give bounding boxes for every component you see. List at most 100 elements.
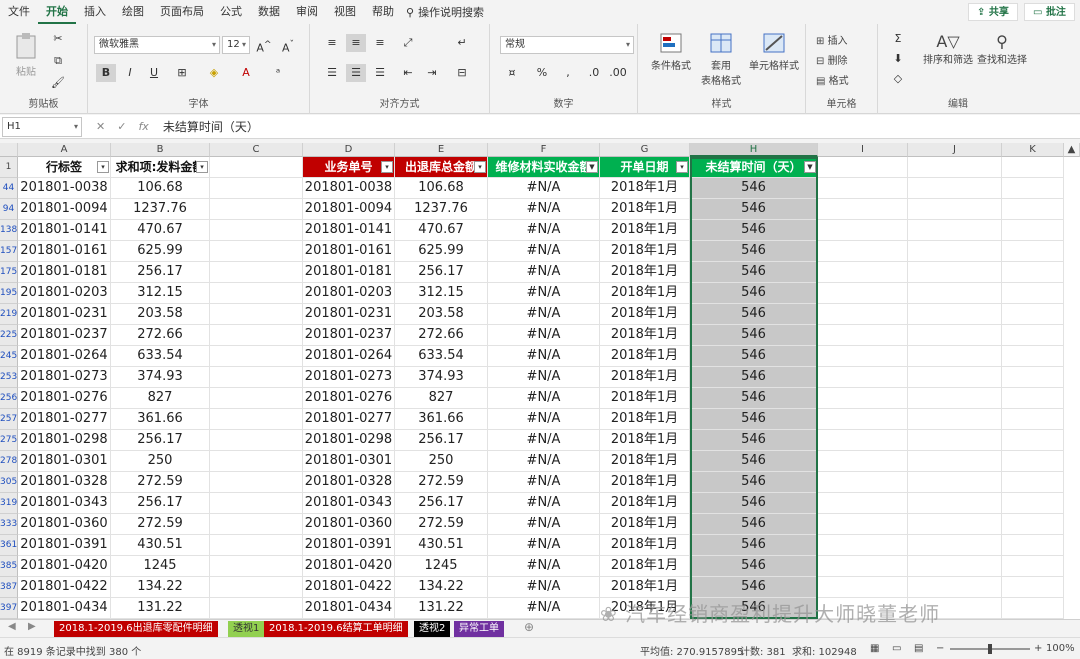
cell-h[interactable]: 546 bbox=[690, 262, 818, 283]
cell-c[interactable] bbox=[210, 199, 303, 220]
row-header[interactable]: 245 bbox=[0, 346, 18, 367]
cell-b[interactable]: 1237.76 bbox=[111, 199, 210, 220]
cell-a[interactable]: 201801-0237 bbox=[18, 325, 111, 346]
cell-b[interactable]: 250 bbox=[111, 451, 210, 472]
tab-scroll-left-icon[interactable]: ◀ bbox=[8, 621, 16, 632]
cell-a[interactable]: 201801-0276 bbox=[18, 388, 111, 409]
cell-i[interactable] bbox=[818, 535, 908, 556]
cell-k[interactable] bbox=[1002, 346, 1064, 367]
cell-e[interactable]: 430.51 bbox=[395, 535, 488, 556]
paste-button[interactable]: 粘贴 bbox=[12, 32, 40, 78]
cell-c[interactable] bbox=[210, 430, 303, 451]
menu-draw[interactable]: 绘图 bbox=[114, 0, 152, 24]
cell-e[interactable]: 625.99 bbox=[395, 241, 488, 262]
cell-f[interactable]: #N/A bbox=[488, 241, 600, 262]
tell-me-search[interactable]: ⚲ 操作说明搜索 bbox=[402, 4, 484, 20]
cell-f[interactable]: #N/A bbox=[488, 409, 600, 430]
cell-k[interactable] bbox=[1002, 325, 1064, 346]
cell-d[interactable]: 201801-0391 bbox=[303, 535, 395, 556]
cell-f[interactable]: #N/A bbox=[488, 451, 600, 472]
cell-h[interactable]: 546 bbox=[690, 535, 818, 556]
cell-g[interactable]: 2018年1月 bbox=[600, 451, 690, 472]
cell-h[interactable]: 546 bbox=[690, 451, 818, 472]
find-select-button[interactable]: ⚲ 查找和选择 bbox=[974, 32, 1030, 66]
cell-i[interactable] bbox=[818, 409, 908, 430]
row-header[interactable]: 94 bbox=[0, 199, 18, 220]
cell-g[interactable]: 2018年1月 bbox=[600, 325, 690, 346]
header-cell-a[interactable]: 行标签 ▾ bbox=[18, 157, 111, 178]
cell-i[interactable] bbox=[818, 199, 908, 220]
merge-center-icon[interactable]: ⊟ bbox=[452, 64, 472, 82]
cell-j[interactable] bbox=[908, 367, 1002, 388]
row-header[interactable]: 385 bbox=[0, 556, 18, 577]
cell-j[interactable] bbox=[908, 262, 1002, 283]
cell-i[interactable] bbox=[818, 556, 908, 577]
enter-icon[interactable]: ✓ bbox=[117, 120, 126, 133]
header-cell-d[interactable]: 业务单号 ▾ bbox=[303, 157, 395, 178]
cell-f[interactable]: #N/A bbox=[488, 514, 600, 535]
menu-page-layout[interactable]: 页面布局 bbox=[152, 0, 212, 24]
cell-e[interactable]: 203.58 bbox=[395, 304, 488, 325]
cell-j[interactable] bbox=[908, 346, 1002, 367]
cell-a[interactable]: 201801-0161 bbox=[18, 241, 111, 262]
cell-k[interactable] bbox=[1002, 430, 1064, 451]
cell-b[interactable]: 272.59 bbox=[111, 514, 210, 535]
cell-i[interactable] bbox=[818, 451, 908, 472]
cell-c[interactable] bbox=[210, 241, 303, 262]
cell-a[interactable]: 201801-0273 bbox=[18, 367, 111, 388]
row-header[interactable]: 333 bbox=[0, 514, 18, 535]
cell-k[interactable] bbox=[1002, 451, 1064, 472]
menu-formulas[interactable]: 公式 bbox=[212, 0, 250, 24]
cell-a[interactable]: 201801-0420 bbox=[18, 556, 111, 577]
align-left-icon[interactable]: ☰ bbox=[322, 64, 342, 82]
cell-d[interactable]: 201801-0298 bbox=[303, 430, 395, 451]
cell-d[interactable]: 201801-0231 bbox=[303, 304, 395, 325]
sheet-tab[interactable]: 2018.1-2019.6结算工单明细 bbox=[264, 621, 408, 637]
cell-d[interactable]: 201801-0422 bbox=[303, 577, 395, 598]
cell-i[interactable] bbox=[818, 304, 908, 325]
align-right-icon[interactable]: ☰ bbox=[370, 64, 390, 82]
row-header[interactable]: 44 bbox=[0, 178, 18, 199]
sheet-tab[interactable]: 异常工单 bbox=[454, 621, 504, 637]
cell-f[interactable]: #N/A bbox=[488, 430, 600, 451]
cell-c[interactable] bbox=[210, 283, 303, 304]
cell-a[interactable]: 201801-0422 bbox=[18, 577, 111, 598]
cell-i[interactable] bbox=[818, 367, 908, 388]
cell-f[interactable]: #N/A bbox=[488, 199, 600, 220]
column-header-h[interactable]: H bbox=[690, 143, 818, 157]
align-top-icon[interactable]: ≡ bbox=[322, 34, 342, 52]
cell-f[interactable]: #N/A bbox=[488, 325, 600, 346]
cell-d[interactable]: 201801-0301 bbox=[303, 451, 395, 472]
italic-button[interactable]: I bbox=[120, 64, 140, 82]
cell-j[interactable] bbox=[908, 577, 1002, 598]
cell-k[interactable] bbox=[1002, 199, 1064, 220]
cell-k[interactable] bbox=[1002, 493, 1064, 514]
cell-j[interactable] bbox=[908, 514, 1002, 535]
cell-h[interactable]: 546 bbox=[690, 556, 818, 577]
row-header[interactable]: 305 bbox=[0, 472, 18, 493]
row-header[interactable]: 256 bbox=[0, 388, 18, 409]
cell-e[interactable]: 1245 bbox=[395, 556, 488, 577]
cell-j[interactable] bbox=[908, 409, 1002, 430]
cell-b[interactable]: 470.67 bbox=[111, 220, 210, 241]
cell-j[interactable] bbox=[908, 241, 1002, 262]
column-header-f[interactable]: F bbox=[488, 143, 600, 157]
cell-e[interactable]: 827 bbox=[395, 388, 488, 409]
comments-button[interactable]: ▭ 批注 bbox=[1024, 3, 1075, 21]
cell-i[interactable] bbox=[818, 220, 908, 241]
increase-font-icon[interactable]: A^ bbox=[254, 36, 274, 55]
cell-g[interactable]: 2018年1月 bbox=[600, 577, 690, 598]
column-header-c[interactable]: C bbox=[210, 143, 303, 157]
cell-c[interactable] bbox=[210, 220, 303, 241]
cell-b[interactable]: 312.15 bbox=[111, 283, 210, 304]
cell-h[interactable]: 546 bbox=[690, 493, 818, 514]
cell-j[interactable] bbox=[908, 556, 1002, 577]
cell-b[interactable]: 430.51 bbox=[111, 535, 210, 556]
cell-i[interactable] bbox=[818, 388, 908, 409]
cell-i[interactable] bbox=[818, 514, 908, 535]
spreadsheet-grid[interactable]: A B C D E F G H I J K ▲ 1 行标签 ▾ 求和项:发料金额 ▾ 业务… bbox=[0, 143, 1080, 619]
cell-a[interactable]: 201801-0360 bbox=[18, 514, 111, 535]
cell-d[interactable]: 201801-0277 bbox=[303, 409, 395, 430]
row-header[interactable]: 278 bbox=[0, 451, 18, 472]
page-layout-view-icon[interactable]: ▭ bbox=[892, 643, 901, 654]
